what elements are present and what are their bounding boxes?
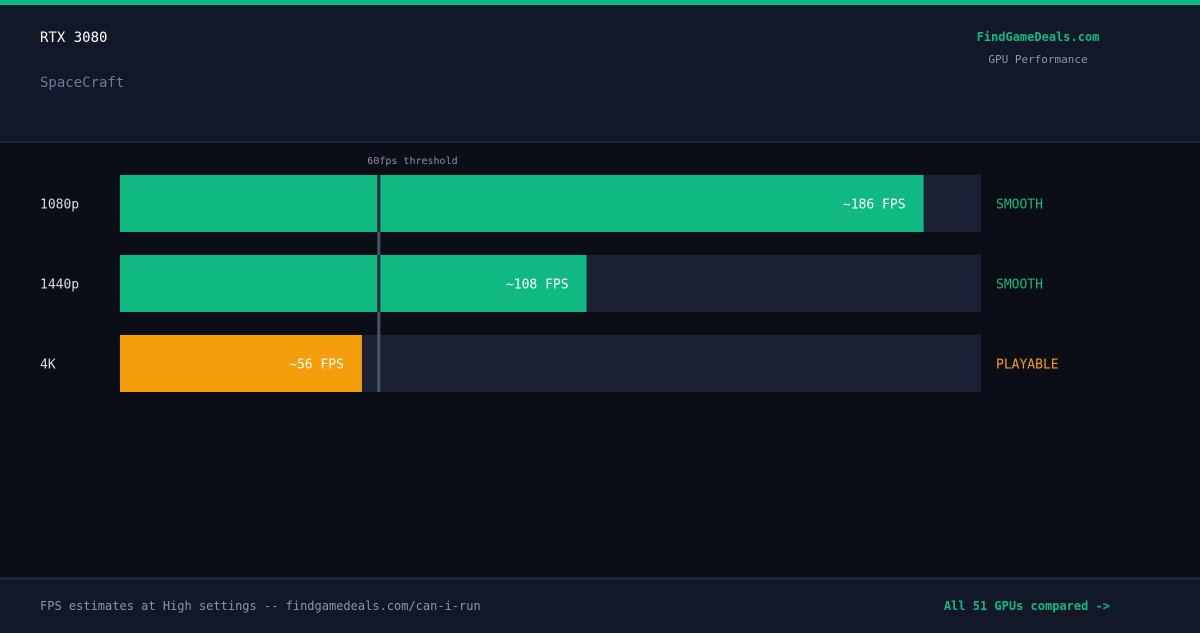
resolution-label: 1440p (40, 278, 79, 293)
threshold-marker (377, 255, 381, 312)
game-name: SpaceCraft (40, 75, 125, 91)
fps-value-label: ~56 FPS (289, 358, 344, 373)
gpu-name: RTX 3080 (40, 30, 108, 46)
fps-value-label: ~108 FPS (506, 278, 569, 293)
chart-svg: 1080p ~186 FPS SMOOTH 1440p ~108 FPS SMOOTH 4K… (40, 156, 1059, 392)
rating-label: PLAYABLE (996, 358, 1059, 373)
resolution-label: 1080p (40, 198, 79, 213)
resolution-label: 4K (40, 358, 56, 373)
threshold-marker (377, 175, 381, 232)
brand-subtitle: GPU Performance (988, 53, 1088, 66)
footer-note: FPS estimates at High settings -- findga… (40, 599, 481, 613)
rating-label: SMOOTH (996, 278, 1043, 293)
threshold-label: 60fps threshold (367, 156, 457, 167)
fps-value-label: ~186 FPS (843, 198, 906, 213)
footer: FPS estimates at High settings -- findga… (0, 577, 1200, 633)
rating-label: SMOOTH (996, 198, 1043, 213)
brand-logo-text[interactable]: FindGameDeals.com (938, 30, 1138, 44)
fps-bar-chart: 1080p ~186 FPS SMOOTH 1440p ~108 FPS SMOOTH 4K… (0, 143, 1200, 578)
fps-bar (120, 175, 924, 232)
all-gpus-link[interactable]: All 51 GPUs compared -> (944, 599, 1110, 613)
header: RTX 3080 SpaceCraft FindGameDeals.com GP… (0, 5, 1200, 143)
